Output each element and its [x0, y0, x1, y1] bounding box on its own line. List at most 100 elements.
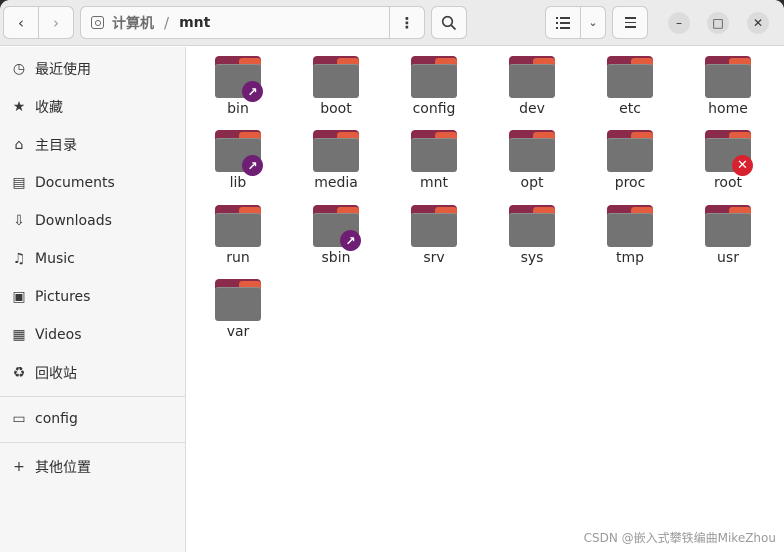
close-button[interactable]: ✕ [747, 12, 769, 34]
folder-item[interactable]: sys [491, 196, 573, 268]
folder-name: mnt [420, 175, 448, 191]
sidebar-item-trash[interactable]: ♻ 回收站 [0, 355, 185, 391]
folder-item[interactable]: config [393, 47, 475, 119]
trash-icon: ♻ [12, 365, 26, 381]
folder-item[interactable]: ↗ lib [197, 121, 279, 193]
folder-icon [411, 130, 457, 172]
folder-icon [607, 130, 653, 172]
plus-icon: + [13, 459, 25, 475]
folder-item[interactable]: media [295, 121, 377, 193]
folder-name: sbin [321, 250, 351, 266]
folder-icon [411, 56, 457, 98]
path-bar: 计算机 / mnt [80, 6, 390, 39]
folder-name: home [708, 101, 748, 117]
chevron-down-icon: ⌄ [588, 16, 598, 29]
view-options-dropdown[interactable]: ⌄ [580, 6, 606, 39]
folder-item[interactable]: srv [393, 196, 475, 268]
main-menu-button[interactable] [612, 6, 648, 39]
header-bar: ‹ › 计算机 / mnt ⋮ ⌄ – □ ✕ [0, 0, 784, 46]
folder-icon [215, 205, 261, 247]
sidebar-item-starred[interactable]: ★ 收藏 [0, 89, 185, 125]
back-button[interactable]: ‹ [3, 6, 39, 39]
maximize-button[interactable]: □ [707, 12, 729, 34]
clock-icon: ◷ [12, 61, 26, 77]
folder-icon [705, 56, 751, 98]
sidebar-item-videos[interactable]: ▦ Videos [0, 317, 185, 353]
folder-item[interactable]: ↗ bin [197, 47, 279, 119]
folder-icon [509, 56, 555, 98]
hamburger-icon [624, 17, 636, 28]
sidebar-item-label: 回收站 [35, 366, 77, 382]
sidebar-item-label: Pictures [35, 289, 91, 305]
folder-icon [215, 279, 261, 321]
folder-icon [313, 130, 359, 172]
file-manager-window: ‹ › 计算机 / mnt ⋮ ⌄ – □ ✕ ◷ 最近使用 ★ 收藏 ⌂ 主目录 ▤… [0, 0, 784, 552]
sidebar-item-label: config [35, 411, 78, 427]
sidebar-item-downloads[interactable]: ⇩ Downloads [0, 203, 185, 239]
breadcrumb-separator: / [164, 13, 170, 32]
folder-item[interactable]: opt [491, 121, 573, 193]
folder-icon [705, 205, 751, 247]
folder-item[interactable]: ✕ root [687, 121, 769, 193]
folder-name: proc [614, 175, 646, 191]
folder-item[interactable]: home [687, 47, 769, 119]
minimize-button[interactable]: – [668, 12, 690, 34]
folder-name: usr [717, 250, 739, 266]
sidebar-item-label: Documents [35, 175, 115, 191]
folder-icon: ↗ [215, 130, 263, 176]
file-grid: ↗ bin boot config dev etc home ↗ lib media… [187, 47, 784, 552]
sidebar-item-home[interactable]: ⌂ 主目录 [0, 127, 185, 163]
folder-icon: ✕ [705, 130, 753, 176]
folder-item[interactable]: usr [687, 196, 769, 268]
folder-item[interactable]: etc [589, 47, 671, 119]
sidebar-item-label: Downloads [35, 213, 112, 229]
symlink-emblem-icon: ↗ [340, 230, 361, 251]
sidebar-item-label: 主目录 [35, 138, 77, 154]
breadcrumb-current[interactable]: mnt [179, 15, 210, 31]
folder-item[interactable]: ↗ sbin [295, 196, 377, 268]
folder-icon [509, 205, 555, 247]
sidebar-item-documents[interactable]: ▤ Documents [0, 165, 185, 201]
folder-icon [411, 205, 457, 247]
folder-name: sys [520, 250, 544, 266]
music-icon: ♫ [12, 251, 26, 267]
folder-item[interactable]: var [197, 270, 279, 342]
folder-item[interactable]: proc [589, 121, 671, 193]
sidebar-item-pictures[interactable]: ▣ Pictures [0, 279, 185, 315]
sidebar-divider [0, 396, 185, 397]
disk-icon [91, 16, 104, 29]
folder-name: tmp [615, 250, 644, 266]
folder-name: dev [519, 101, 545, 117]
folder-name: boot [320, 101, 352, 117]
search-icon [441, 15, 457, 30]
sidebar-item-config[interactable]: ▭ config [0, 401, 185, 437]
folder-item[interactable]: tmp [589, 196, 671, 268]
sidebar-item-recent[interactable]: ◷ 最近使用 [0, 51, 185, 87]
search-button[interactable] [431, 6, 467, 39]
symlink-emblem-icon: ↗ [242, 81, 263, 102]
sidebar-item-other-locations[interactable]: + 其他位置 [0, 449, 185, 485]
watermark-text: CSDN @嵌入式攀铁编曲MikeZhou [583, 531, 776, 545]
list-view-icon [556, 16, 570, 29]
list-view-button[interactable] [545, 6, 581, 39]
folder-name: etc [619, 101, 641, 117]
folder-name: srv [423, 250, 445, 266]
folder-name: lib [229, 175, 247, 191]
path-menu-button[interactable]: ⋮ [389, 6, 425, 39]
minimize-icon: – [676, 16, 682, 30]
forward-button[interactable]: › [38, 6, 74, 39]
folder-item[interactable]: dev [491, 47, 573, 119]
folder-icon [607, 56, 653, 98]
star-icon: ★ [12, 99, 26, 115]
close-icon: ✕ [752, 16, 764, 30]
folder-name: media [314, 175, 358, 191]
folder-item[interactable]: mnt [393, 121, 475, 193]
sidebar-item-music[interactable]: ♫ Music [0, 241, 185, 277]
home-icon: ⌂ [14, 137, 24, 153]
sidebar-item-label: 最近使用 [35, 62, 91, 78]
folder-item[interactable]: boot [295, 47, 377, 119]
folder-icon [509, 130, 555, 172]
folder-item[interactable]: run [197, 196, 279, 268]
folder-name: opt [520, 175, 544, 191]
breadcrumb-computer[interactable]: 计算机 [112, 13, 154, 33]
